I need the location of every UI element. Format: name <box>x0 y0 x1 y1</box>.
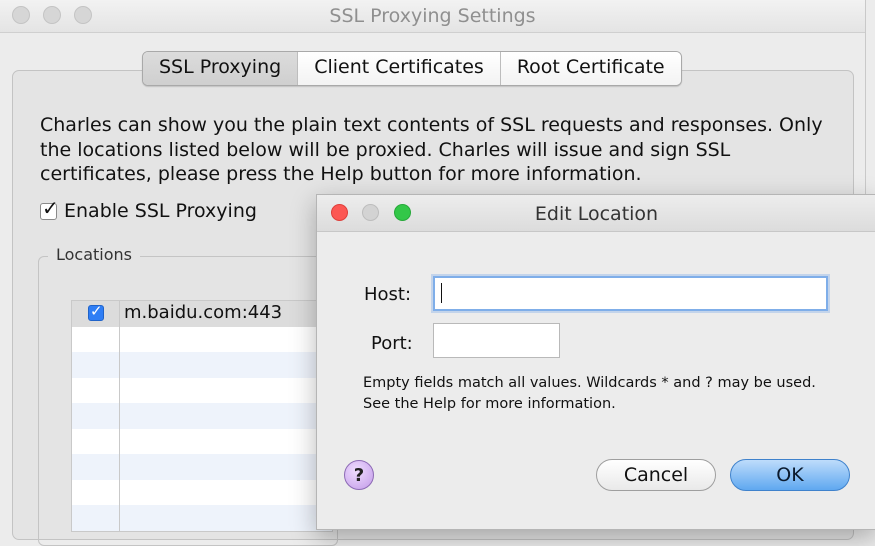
dialog-titlebar: Edit Location <box>317 195 875 232</box>
tab-ssl-proxying[interactable]: SSL Proxying <box>143 52 299 85</box>
dialog-hint-text: Empty fields match all values. Wildcards… <box>363 375 816 412</box>
enable-ssl-checkbox[interactable]: ✓ <box>40 197 59 220</box>
locations-label: Locations <box>48 245 141 264</box>
table-row[interactable] <box>72 327 332 353</box>
table-row[interactable] <box>72 454 332 480</box>
tab-bar: SSL Proxying Client Certificates Root Ce… <box>142 51 682 86</box>
cancel-button[interactable]: Cancel <box>596 459 716 491</box>
port-input[interactable] <box>433 323 560 358</box>
description-text: Charles can show you the plain text cont… <box>40 114 823 185</box>
ok-button[interactable]: OK <box>730 459 850 491</box>
enable-ssl-label: Enable SSL Proxying <box>64 200 257 222</box>
column-divider <box>119 301 120 531</box>
enable-ssl-proxying-toggle[interactable]: ✓ Enable SSL Proxying <box>40 197 257 222</box>
edit-location-dialog: Edit Location Host: Port: Empty fields m… <box>316 194 875 530</box>
tab-root-certificate[interactable]: Root Certificate <box>500 52 681 85</box>
tab-client-certificates[interactable]: Client Certificates <box>298 52 501 85</box>
port-label: Port: <box>371 333 413 354</box>
table-row[interactable] <box>72 352 332 378</box>
host-label: Host: <box>364 284 412 305</box>
location-host: m.baidu.com:443 <box>124 302 283 323</box>
checkmark-icon: ✓ <box>42 195 59 220</box>
checkmark-icon: ✓ <box>90 302 103 320</box>
table-row[interactable]: ✓ m.baidu.com:443 <box>72 301 332 327</box>
table-row[interactable] <box>72 429 332 455</box>
host-input[interactable] <box>433 276 828 311</box>
location-enabled-checkbox[interactable]: ✓ <box>88 302 104 321</box>
window-titlebar: SSL Proxying Settings <box>0 0 865 33</box>
help-icon: ? <box>353 465 365 486</box>
locations-table[interactable]: ✓ m.baidu.com:443 <box>71 300 333 532</box>
table-row[interactable] <box>72 378 332 404</box>
table-row[interactable] <box>72 480 332 506</box>
table-row[interactable] <box>72 505 332 531</box>
table-row[interactable] <box>72 403 332 429</box>
dialog-title: Edit Location <box>534 203 659 225</box>
text-caret <box>441 283 442 303</box>
window-title: SSL Proxying Settings <box>329 5 536 27</box>
help-button[interactable]: ? <box>344 460 374 490</box>
